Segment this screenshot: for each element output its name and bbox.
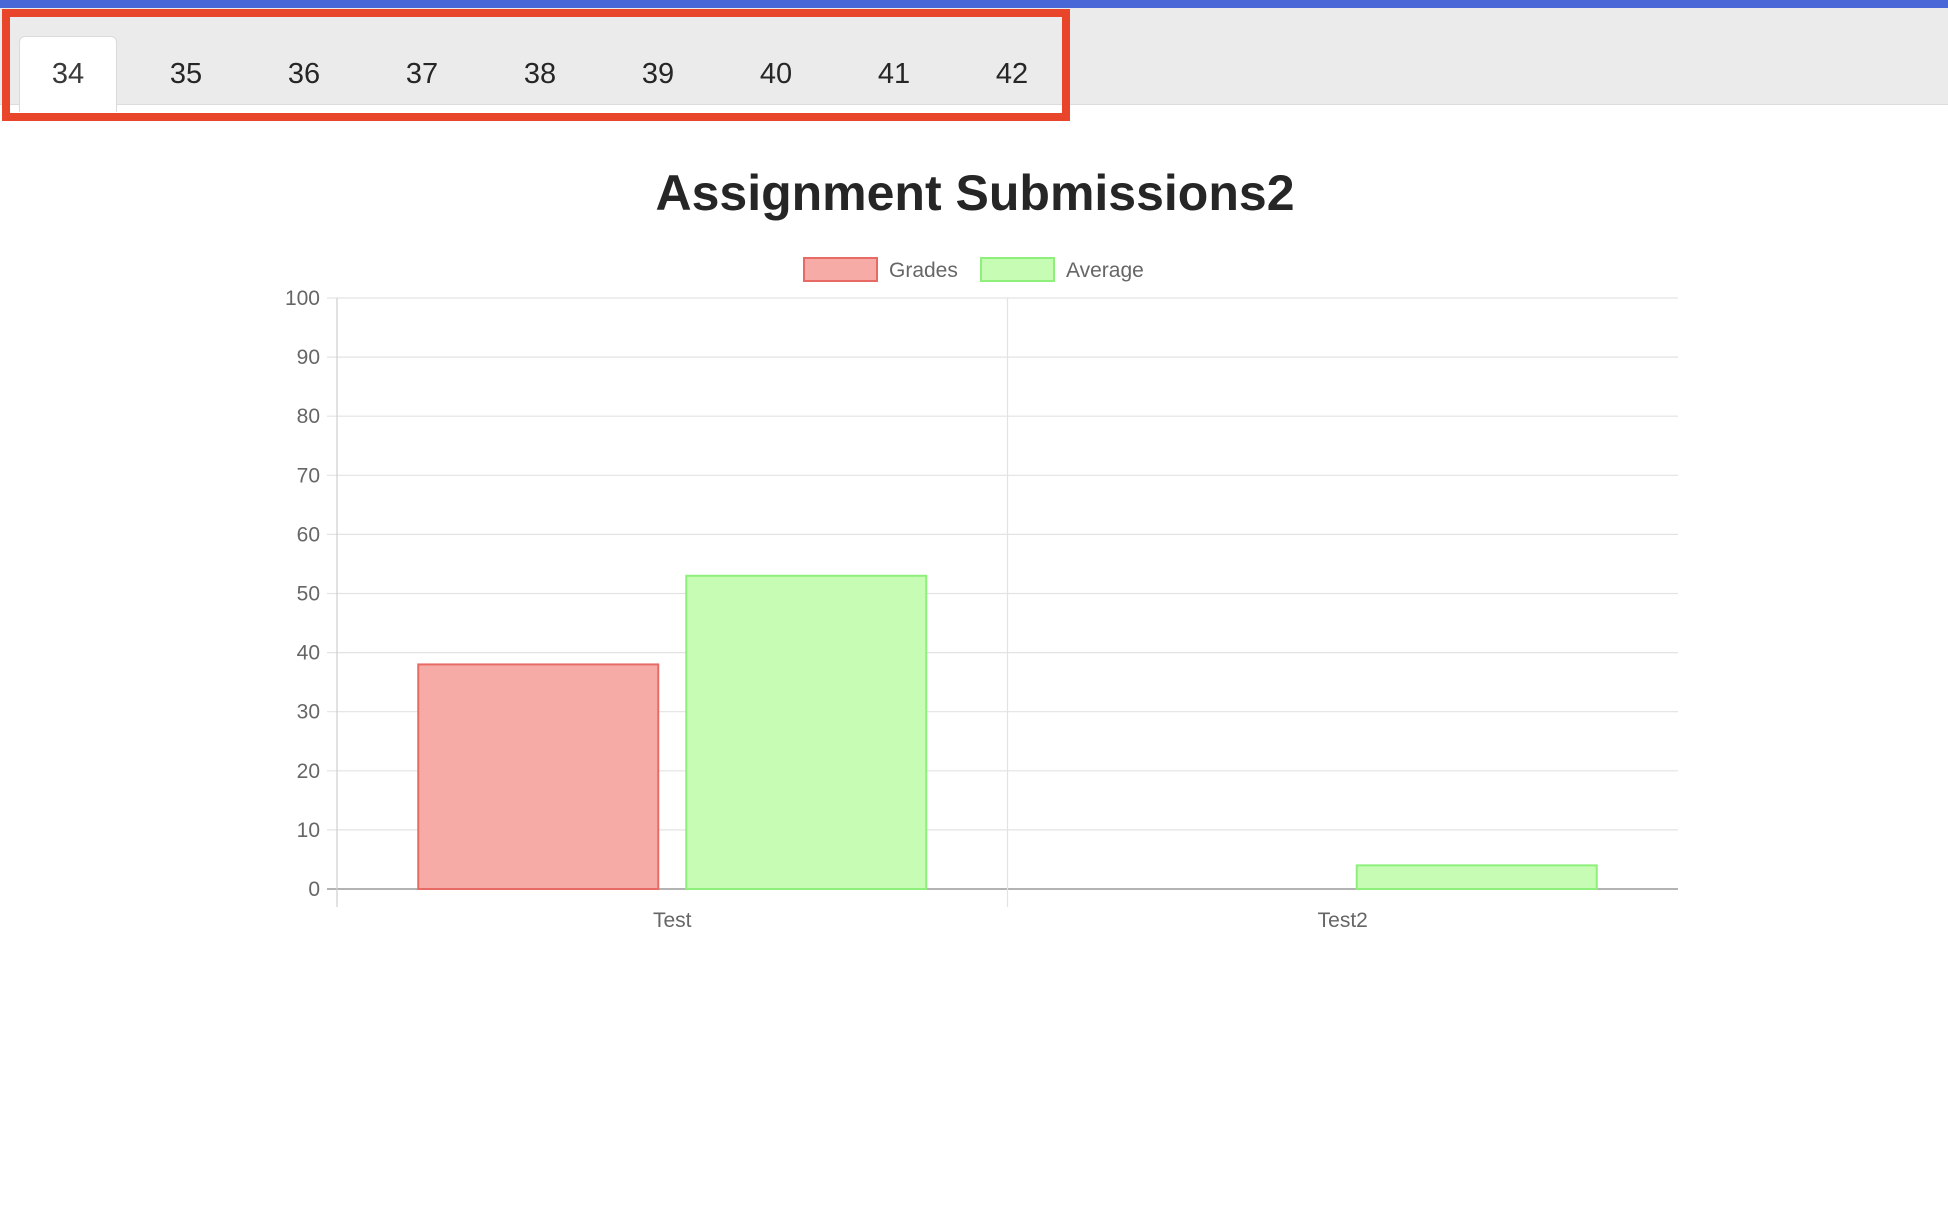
legend-swatch-average [980,257,1055,282]
tab-36[interactable]: 36 [255,36,353,112]
tab-35[interactable]: 35 [137,36,235,112]
y-tick-label: 50 [297,583,320,606]
y-tick-label: 10 [297,819,320,842]
tab-34[interactable]: 34 [19,36,117,112]
x-tick-label: Test2 [1318,909,1368,932]
x-tick-label: Test [653,909,692,932]
y-tick-label: 20 [297,760,320,783]
y-tick-label: 100 [285,287,320,310]
tab-41[interactable]: 41 [845,36,943,112]
bar-average-test2 [1355,864,1598,890]
y-axis: 0 10 20 30 40 50 60 70 80 90 100 [285,287,320,901]
bar-grades-test [417,663,660,890]
legend-swatch-grades [803,257,878,282]
y-tick-label: 60 [297,523,320,546]
chart-legend: Grades Average [803,257,1144,282]
y-tick-label: 0 [308,878,320,901]
y-tick-label: 40 [297,642,320,665]
x-axis: Test Test2 [653,909,1368,932]
tab-40[interactable]: 40 [727,36,825,112]
y-tick-label: 80 [297,405,320,428]
bar-chart: Assignment Submissions2 Grades Average 0 1… [285,165,1678,932]
legend-label-average[interactable]: Average [1066,259,1144,282]
tab-list: 34 35 36 37 38 39 40 41 42 [19,36,1081,112]
tab-42[interactable]: 42 [963,36,1061,112]
tab-37[interactable]: 37 [373,36,471,112]
bar-average-test [685,574,928,890]
top-accent-bar [0,0,1948,8]
chart-title: Assignment Submissions2 [655,165,1294,221]
legend-label-grades[interactable]: Grades [889,259,958,282]
tab-39[interactable]: 39 [609,36,707,112]
tab-strip: 34 35 36 37 38 39 40 41 42 [0,8,1948,112]
y-tick-label: 70 [297,464,320,487]
y-tick-label: 90 [297,346,320,369]
y-tick-label: 30 [297,701,320,724]
tab-38[interactable]: 38 [491,36,589,112]
